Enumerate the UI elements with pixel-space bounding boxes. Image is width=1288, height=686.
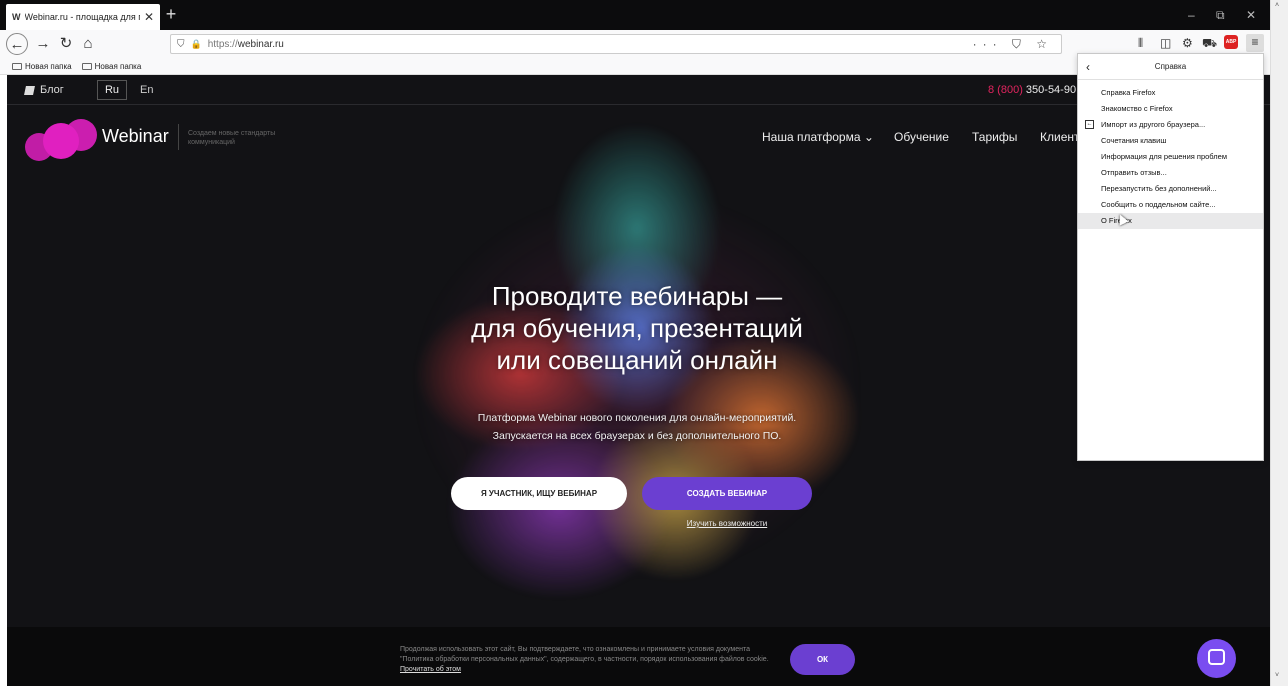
cart-icon[interactable]: ⛟ [1202, 36, 1217, 52]
hamburger-menu-icon[interactable]: ≡ [1246, 34, 1264, 52]
menu-item-about-firefox[interactable]: О Firefox [1078, 213, 1263, 229]
cookie-message: Продолжая использовать этот сайт, Вы под… [400, 646, 769, 663]
lang-en-button[interactable]: En [140, 84, 153, 96]
minimize-icon[interactable]: – [1188, 8, 1195, 22]
help-menu-panel: ‹ Справка Справка Firefox Знакомство с F… [1077, 53, 1264, 461]
folder-icon [12, 62, 22, 70]
nav-platform[interactable]: Наша платформа ⌄ [762, 130, 874, 144]
brand-tagline: Создаем новые стандарты коммуникаций [188, 130, 276, 146]
bookmark-folder-label: Новая папка [25, 61, 72, 71]
hero-title-line: или совещаний онлайн [496, 345, 778, 375]
menu-item-troubleshooting[interactable]: Информация для решения проблем [1078, 149, 1263, 165]
library-icon[interactable]: ⫴ [1138, 36, 1143, 51]
blog-icon [24, 85, 35, 95]
extension-icon[interactable]: ⚙ [1182, 36, 1193, 50]
folder-icon [81, 62, 92, 70]
menu-item-firefox-help[interactable]: Справка Firefox [1078, 85, 1263, 101]
brand-name[interactable]: Webinar [102, 126, 169, 147]
hero-title-line: для обучения, презентаций [471, 313, 803, 343]
webinar-logo-icon[interactable] [25, 119, 97, 161]
cookie-banner: Продолжая использовать этот сайт, Вы под… [7, 627, 1270, 686]
hero-subtitle-line: Запускается на всех браузерах и без допо… [492, 430, 782, 442]
hero-subtitle-line: Платформа Webinar нового поколения для о… [477, 412, 797, 424]
page-actions-icon[interactable]: ··· ⛉ ☆ [973, 37, 1053, 52]
menu-item-import-label: Импорт из другого браузера... [1101, 120, 1206, 129]
cookie-ok-button[interactable]: ОК [790, 644, 855, 675]
phone-number[interactable]: 8 (800) 350-54-90 [988, 84, 1076, 96]
blog-link[interactable]: Блог [24, 84, 64, 96]
url-bar[interactable]: ⛉ 🔒 https:// webinar.ru ··· ⛉ ☆ [170, 34, 1062, 54]
menu-item-report-site[interactable]: Сообщить о поддельном сайте... [1078, 197, 1263, 213]
page-scrollbar[interactable]: ˄ ˅ [1270, 0, 1288, 686]
blog-label: Блог [40, 84, 64, 96]
restore-icon[interactable]: ⧉ [1216, 8, 1225, 23]
tab-close-icon[interactable]: ✕ [144, 10, 154, 24]
new-tab-button[interactable]: + [160, 4, 182, 26]
webinar-favicon-icon: W [12, 12, 21, 22]
cookie-read-link[interactable]: Прочитать об этом [400, 666, 461, 673]
adblock-icon[interactable]: ABP [1224, 35, 1238, 49]
lock-icon[interactable]: 🔒 [191, 39, 202, 50]
sidebar-icon[interactable]: ◫ [1160, 36, 1171, 50]
learn-features-link[interactable]: Изучить возможности [667, 519, 787, 528]
phone-code: 8 (800) [988, 84, 1023, 96]
reload-icon[interactable]: ↻ [55, 33, 77, 55]
bookmark-folder[interactable]: Новая папка [81, 61, 142, 71]
scroll-up-icon[interactable]: ˄ [1275, 2, 1279, 9]
tab-title: Webinar.ru - площадка для пр [24, 12, 140, 22]
forward-arrow-icon[interactable]: → [32, 33, 54, 55]
close-window-icon[interactable]: ✕ [1246, 8, 1256, 22]
tab-webinar[interactable]: W Webinar.ru - площадка для пр ✕ [6, 4, 160, 30]
nav-pricing[interactable]: Тарифы [972, 130, 1017, 144]
help-menu-header: ‹ Справка [1078, 54, 1263, 80]
hero-title-line: Проводите вебинары — [491, 281, 783, 311]
url-scheme: https:// [207, 38, 238, 50]
chat-icon[interactable] [1197, 639, 1236, 678]
paint-splash-image [247, 105, 1027, 665]
lang-ru-button[interactable]: Ru [97, 80, 127, 100]
help-menu-list: Справка Firefox Знакомство с Firefox ← И… [1078, 80, 1263, 229]
tab-bar: W Webinar.ru - площадка для пр ✕ + – ⧉ ✕ [0, 0, 1270, 30]
menu-item-firefox-tour[interactable]: Знакомство с Firefox [1078, 101, 1263, 117]
home-icon[interactable]: ⌂ [77, 33, 99, 55]
menu-item-restart-safe[interactable]: Перезапустить без дополнений... [1078, 181, 1263, 197]
url-host: webinar.ru [237, 38, 284, 50]
phone-digits: 350-54-90 [1025, 84, 1077, 96]
back-chevron-icon[interactable]: ‹ [1086, 54, 1090, 80]
bookmark-folder-label: Новая папка [94, 61, 142, 71]
create-webinar-button[interactable]: СОЗДАТЬ ВЕБИНАР [642, 477, 812, 510]
hero-subtitle: Платформа Webinar нового поколения для о… [387, 409, 887, 445]
scroll-down-icon[interactable]: ˅ [1275, 672, 1279, 679]
tracking-shield-icon[interactable]: ⛉ [177, 39, 185, 50]
participant-button[interactable]: Я УЧАСТНИК, ИЩУ ВЕБИНАР [451, 477, 627, 510]
brand-divider [178, 124, 179, 150]
menu-item-import[interactable]: ← Импорт из другого браузера... [1078, 117, 1263, 133]
help-menu-title: Справка [1154, 62, 1187, 71]
bookmark-folder[interactable]: Новая папка [12, 62, 72, 71]
cookie-text: Продолжая использовать этот сайт, Вы под… [400, 645, 770, 675]
nav-learning[interactable]: Обучение [894, 130, 949, 144]
hero-title: Проводите вебинары — для обучения, презе… [387, 280, 887, 376]
back-arrow-icon[interactable]: ← [6, 33, 28, 55]
import-icon: ← [1085, 120, 1094, 129]
menu-item-feedback[interactable]: Отправить отзыв... [1078, 165, 1263, 181]
menu-item-shortcuts[interactable]: Сочетания клавиш [1078, 133, 1263, 149]
